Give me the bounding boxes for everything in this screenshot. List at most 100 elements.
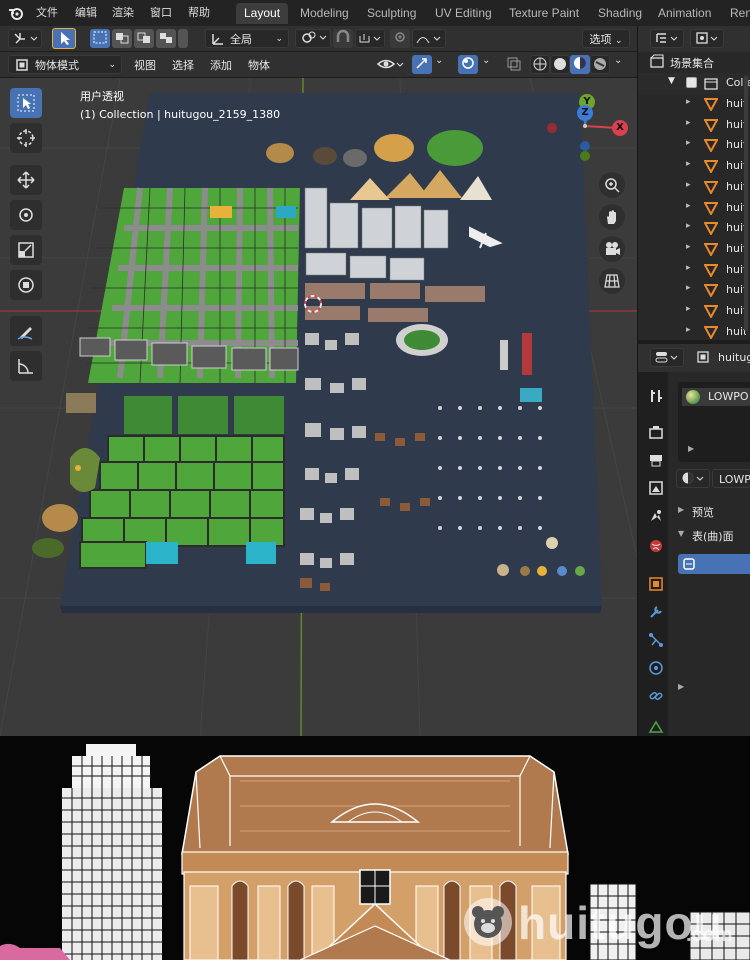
outliner-object-row[interactable]: ▸ huitu (638, 177, 750, 198)
outliner-object-row[interactable]: ▸ huitu (638, 156, 750, 177)
material-name-field[interactable]: LOWPC (712, 469, 750, 488)
3d-viewport[interactable]: 用户透视 (1) Collection | huitugou_2159_1380 (0, 78, 637, 736)
collapsed-arrow-icon[interactable]: ▶ (678, 682, 684, 691)
blender-logo-icon[interactable] (8, 5, 24, 21)
shading-solid-icon[interactable] (550, 55, 570, 74)
shading-wireframe-icon[interactable] (530, 55, 550, 74)
gizmo-x-axis[interactable]: X (612, 120, 628, 136)
expand-arrow-icon[interactable]: ▸ (686, 118, 691, 128)
chevron-down-icon[interactable]: ⌄ (482, 55, 490, 66)
mode-dropdown[interactable]: 物体模式 ⌄ (8, 55, 122, 74)
menu-select[interactable]: 选择 (172, 57, 194, 73)
tool-move[interactable] (10, 165, 42, 195)
collection-checkbox[interactable] (686, 77, 697, 88)
chevron-down-icon[interactable]: ⌄ (435, 55, 443, 66)
tab-shading[interactable]: Shading (590, 3, 650, 24)
outliner-object-row[interactable]: ▸ huitu (638, 239, 750, 260)
menu-edit[interactable]: 编辑 (75, 4, 97, 20)
xray-toggle-icon[interactable] (506, 56, 522, 72)
tab-sculpting[interactable]: Sculpting (359, 3, 424, 24)
modifier-tab-icon[interactable] (644, 600, 668, 624)
outliner-object-row[interactable]: ▸ huitu (638, 135, 750, 156)
select-mode-button[interactable] (52, 28, 76, 49)
expand-arrow-icon[interactable]: ▼ (668, 76, 675, 86)
constraints-tab-icon[interactable] (644, 684, 668, 708)
tab-modeling[interactable]: Modeling (292, 3, 357, 24)
expand-arrow-icon[interactable]: ▸ (686, 159, 691, 169)
visibility-eye-icon[interactable] (376, 55, 406, 74)
tab-texture-paint[interactable]: Texture Paint (501, 3, 587, 24)
navigation-gizmo[interactable]: Y Z X (545, 90, 635, 170)
select-box-subtract-icon[interactable] (134, 29, 154, 48)
pivot-point-dropdown[interactable] (295, 29, 331, 48)
snap-toggle-icon[interactable] (333, 29, 353, 48)
physics-tab-icon[interactable] (644, 656, 668, 680)
tool-measure[interactable] (10, 351, 42, 381)
outliner-object-row[interactable]: ▸ huitu (638, 301, 750, 322)
gizmo-toggle-icon[interactable] (412, 55, 432, 74)
expand-arrow-icon[interactable]: ▸ (686, 138, 691, 148)
expand-arrow-icon[interactable]: ▸ (686, 242, 691, 252)
menu-file[interactable]: 文件 (36, 4, 58, 20)
editor-type-dropdown[interactable] (650, 29, 684, 48)
overlays-toggle-icon[interactable] (458, 55, 478, 74)
outliner-object-row[interactable]: ▸ huitu (638, 260, 750, 281)
outliner-object-row[interactable]: ▸ huitu (638, 218, 750, 239)
properties-editor-dropdown[interactable] (650, 348, 684, 367)
particles-tab-icon[interactable] (644, 628, 668, 652)
tab-layout[interactable]: Layout (236, 3, 289, 24)
perspective-grid-icon[interactable] (599, 268, 625, 294)
menu-view[interactable]: 视图 (134, 57, 156, 73)
select-box-invert-icon[interactable] (156, 29, 176, 48)
tool-settings-tab-icon[interactable] (644, 384, 668, 408)
expand-arrow-icon[interactable]: ▸ (686, 221, 691, 231)
surface-node-button[interactable] (678, 554, 750, 574)
tab-rendering[interactable]: Ren (722, 3, 750, 24)
tool-annotate[interactable] (10, 316, 42, 346)
outliner-scrollbar[interactable] (744, 76, 748, 331)
outliner-scene-collection[interactable]: 场景集合 (638, 52, 750, 73)
tab-uv-editing[interactable]: UV Editing (427, 3, 500, 24)
menu-object[interactable]: 物体 (248, 57, 270, 73)
menu-help[interactable]: 帮助 (188, 4, 210, 20)
tool-scale[interactable] (10, 235, 42, 265)
expand-arrow-icon[interactable]: ▸ (686, 97, 691, 107)
camera-view-icon[interactable] (599, 236, 625, 262)
transform-orientation-dropdown[interactable]: 全局 ⌄ (205, 29, 289, 48)
select-box-extend-icon[interactable] (112, 29, 132, 48)
tool-rotate[interactable] (10, 200, 42, 230)
outliner-object-row[interactable]: ▸ huitu (638, 115, 750, 136)
display-mode-dropdown[interactable] (690, 29, 724, 48)
expand-arrow-icon[interactable]: ▸ (686, 263, 691, 273)
expand-arrow-icon[interactable]: ▸ (686, 304, 691, 314)
surface-panel-header[interactable]: ▼ 表(曲)面 (678, 526, 750, 546)
zoom-icon[interactable] (599, 172, 625, 198)
expand-arrow-icon[interactable]: ▸ (686, 201, 691, 211)
menu-add[interactable]: 添加 (210, 57, 232, 73)
transform-pivot-button[interactable] (8, 29, 42, 48)
world-tab-icon[interactable] (644, 534, 668, 558)
preview-panel-header[interactable]: ▶ 预览 (678, 502, 750, 522)
expand-arrow-icon[interactable]: ▸ (686, 283, 691, 293)
scene-tab-icon[interactable] (644, 504, 668, 528)
list-expand-arrow-icon[interactable]: ▶ (688, 444, 694, 453)
options-dropdown[interactable]: 选项 ⌄ (582, 29, 630, 48)
select-box-new-icon[interactable] (90, 29, 110, 48)
material-slot-list[interactable]: LOWPO ▶ (678, 382, 750, 462)
material-browse-dropdown[interactable] (676, 469, 710, 488)
proportional-edit-icon[interactable] (390, 29, 410, 48)
tab-animation[interactable]: Animation (650, 3, 719, 24)
snap-target-dropdown[interactable] (355, 29, 385, 48)
render-tab-icon[interactable] (644, 420, 668, 444)
output-tab-icon[interactable] (644, 448, 668, 472)
shading-material-icon[interactable] (570, 55, 590, 74)
view-layer-tab-icon[interactable] (644, 476, 668, 500)
tool-select-box[interactable] (10, 88, 42, 118)
outliner-object-row[interactable]: ▸ huitu (638, 94, 750, 115)
expand-arrow-icon[interactable]: ▸ (686, 180, 691, 190)
menu-window[interactable]: 窗口 (150, 4, 172, 20)
outliner-object-row[interactable]: ▸ huitu (638, 198, 750, 219)
outliner-object-row[interactable]: ▸ huitu (638, 322, 750, 343)
outliner-object-row[interactable]: ▸ huitu (638, 280, 750, 301)
gizmo-z-axis[interactable]: Z (577, 105, 593, 121)
